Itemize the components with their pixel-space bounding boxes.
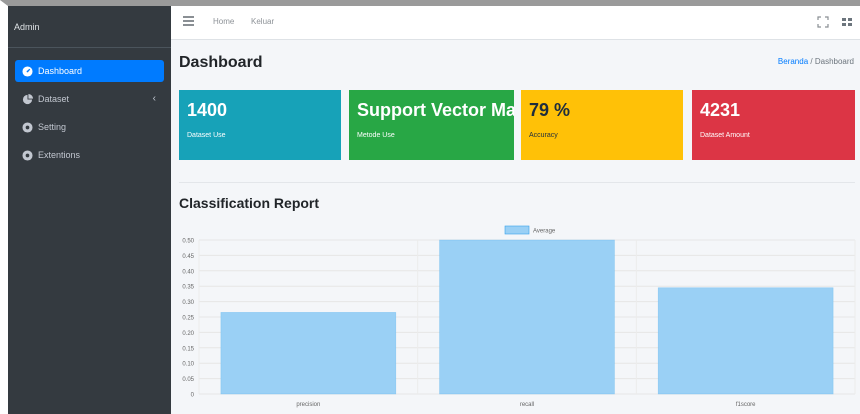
bar-f1score: [657, 287, 834, 395]
legend-label: Average: [533, 229, 556, 235]
y-tick-label: 0.10: [182, 362, 194, 368]
sidebar-menu: Dashboard Dataset ‹ Setting Extentions: [8, 48, 171, 166]
legend-swatch: [504, 225, 530, 235]
sidebar-item-label: Setting: [38, 122, 67, 132]
info-box-accuracy: 79 % Accuracy: [521, 90, 683, 160]
y-tick-label: 0.30: [182, 300, 194, 306]
page-title: Dashboard: [179, 54, 263, 71]
y-tick-label: 0.25: [182, 316, 194, 322]
info-box-metode-use: Support Vector Machine Metode Use: [349, 90, 514, 160]
info-box-value: Support Vector Machine: [357, 100, 514, 120]
y-tick-label: 0.15: [182, 346, 194, 352]
x-tick-label: f1score: [736, 402, 756, 408]
info-box-label: Metode Use: [357, 132, 395, 139]
info-box-value: 4231: [700, 100, 741, 120]
x-tick-label: precision: [296, 402, 320, 408]
sidebar-item-label: Dashboard: [38, 66, 83, 76]
classification-report-chart: 0 0.05 0.10 0.15 0.20 0.25 0.30 0.35 0.40 0.45 0.5…: [171, 220, 860, 414]
sidebar-item-dashboard[interactable]: Dashboard: [15, 60, 164, 82]
section-divider: [179, 182, 855, 183]
y-tick-label: 0.50: [182, 239, 194, 245]
sidebar-item-label: Extentions: [38, 150, 81, 160]
expand-icon[interactable]: [817, 15, 829, 28]
sidebar-item-extentions[interactable]: Extentions: [15, 144, 164, 166]
nav-link-keluar[interactable]: Keluar: [251, 17, 274, 26]
breadcrumb: Beranda / Dashboard: [778, 57, 854, 66]
y-tick-label: 0.45: [182, 254, 194, 260]
sidebar: Admin Dashboard Dataset ‹ Setting Extent: [8, 6, 171, 414]
info-box-label: Dataset Amount: [700, 132, 750, 139]
top-navbar: Home Keluar: [171, 6, 860, 40]
report-title: Classification Report: [179, 195, 320, 211]
y-tick-label: 0: [191, 393, 195, 399]
info-box-label: Dataset Use: [187, 132, 226, 139]
y-tick-label: 0.40: [182, 269, 194, 275]
y-tick-label: 0.35: [182, 285, 194, 291]
tachometer-icon: [22, 65, 33, 77]
breadcrumb-current: Dashboard: [814, 57, 854, 66]
y-tick-label: 0.20: [182, 331, 194, 337]
brand-title[interactable]: Admin: [8, 6, 171, 48]
cogs-icon: [22, 121, 33, 133]
chevron-left-icon[interactable]: ‹: [153, 93, 156, 104]
breadcrumb-link-beranda[interactable]: Beranda: [778, 57, 808, 66]
bar-precision: [220, 312, 397, 395]
info-box-value: 79 %: [529, 100, 571, 120]
chart-svg: 0 0.05 0.10 0.15 0.20 0.25 0.30 0.35 0.40 0.45 0.5…: [182, 225, 856, 408]
hamburger-icon[interactable]: [183, 16, 194, 26]
main-content: Dashboard Beranda / Dashboard 1400 Datas…: [171, 40, 860, 414]
y-tick-label: 0.05: [182, 377, 194, 383]
sidebar-item-dataset[interactable]: Dataset ‹: [15, 88, 164, 110]
info-box-dataset-amount: 4231 Dataset Amount: [692, 90, 855, 160]
breadcrumb-separator: /: [810, 57, 813, 66]
bar-recall: [439, 239, 615, 395]
info-box-label: Accuracy: [529, 132, 558, 139]
nav-link-home[interactable]: Home: [213, 17, 234, 26]
info-box-value: 1400: [187, 100, 228, 120]
sidebar-item-setting[interactable]: Setting: [15, 116, 164, 138]
chart-pie-icon: [22, 93, 33, 105]
x-tick-label: recall: [520, 402, 534, 408]
grid-icon[interactable]: [841, 15, 853, 27]
info-box-dataset-use: 1400 Dataset Use: [179, 90, 341, 160]
sidebar-item-label: Dataset: [38, 94, 70, 104]
cogs-icon: [22, 149, 33, 161]
